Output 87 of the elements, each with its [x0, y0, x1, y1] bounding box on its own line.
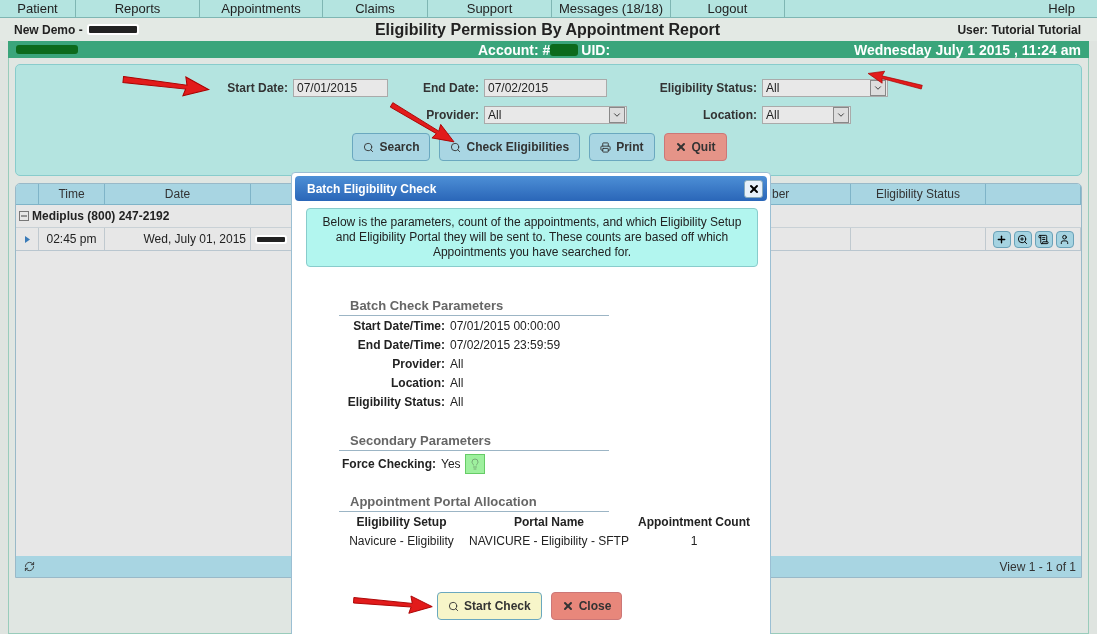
search-icon	[363, 141, 375, 153]
menu-item[interactable]: Reports	[76, 0, 200, 17]
section-heading: Appointment Portal Allocation	[339, 494, 609, 512]
add-button[interactable]	[992, 230, 1011, 248]
plus-icon	[996, 233, 1007, 245]
patient-button[interactable]	[1055, 230, 1074, 248]
column-header: Appointment Count	[637, 513, 751, 531]
collapse-icon[interactable]	[19, 211, 29, 221]
section-heading: Batch Check Parameters	[339, 298, 609, 316]
param-value: All	[450, 394, 464, 409]
param-label: Eligibility Status:	[346, 394, 446, 409]
search-icon	[448, 600, 459, 612]
practice-name: New Demo -	[14, 22, 83, 37]
field-label: End Date:	[423, 81, 479, 95]
param-label: End Date/Time:	[356, 337, 446, 352]
caret-icon	[612, 110, 622, 120]
close-icon	[561, 600, 574, 612]
caret-icon	[836, 110, 846, 120]
uid-label: UID:	[581, 41, 611, 58]
column-header[interactable]: ber	[772, 187, 790, 201]
param-value: 07/02/2015 23:59:59	[450, 337, 561, 352]
param-label: Location:	[390, 375, 446, 390]
column-header: Eligibility Setup	[355, 513, 448, 531]
param-value: 07/01/2015 00:00:00	[450, 318, 561, 333]
close-icon	[674, 141, 687, 153]
quit-button[interactable]: Quit	[663, 133, 727, 161]
end-date-field[interactable]: 07/02/2015	[484, 79, 607, 97]
field-label: Location:	[703, 108, 757, 122]
user-icon	[1059, 233, 1070, 245]
close-button[interactable]: Close	[550, 592, 623, 620]
section-heading: Secondary Parameters	[339, 433, 609, 451]
menu-item[interactable]: Messages (18/18)	[552, 0, 671, 17]
table-cell-text: NAVICURE - Eligibility - SFTP	[468, 532, 630, 550]
menu-item[interactable]: Claims	[323, 0, 428, 17]
param-label: Start Date/Time:	[352, 318, 446, 333]
page-count: View 1 - 1 of 1	[999, 559, 1076, 574]
document-button[interactable]	[1034, 230, 1053, 248]
field-label: Provider:	[426, 108, 479, 122]
caret-icon	[873, 83, 883, 93]
search-button[interactable]: Search	[352, 133, 431, 161]
status-select[interactable]: All	[762, 79, 888, 97]
zoom-icon	[1017, 233, 1028, 245]
redaction-mark	[550, 43, 579, 56]
group-label: Mediplus (800) 247-2192	[32, 209, 170, 223]
field-label: Eligibility Status:	[659, 81, 757, 95]
redaction-mark	[255, 234, 287, 244]
print-button[interactable]: Print	[589, 133, 655, 161]
info-note: Below is the parameters, count of the appointments, and which Eligibility Setup and Eligibility Portal they will be sent to. These counts are based off which Appointments you have searched for.	[306, 208, 758, 267]
zoom-button[interactable]	[1013, 230, 1032, 248]
column-header[interactable]: Eligibility Status	[875, 187, 960, 201]
param-value: All	[450, 356, 464, 371]
provider-select[interactable]: All	[484, 106, 627, 124]
printer-icon	[600, 141, 612, 153]
param-label: Provider:	[391, 356, 446, 371]
menu-item[interactable]: Logout	[671, 0, 785, 17]
user-label: User: Tutorial Tutorial	[957, 22, 1081, 37]
param-value: All	[450, 375, 464, 390]
column-header[interactable]: Date	[164, 187, 191, 201]
menu-item[interactable]: Appointments	[200, 0, 323, 17]
start-date-field[interactable]: 07/01/2015	[293, 79, 388, 97]
menu-item[interactable]: Help	[1048, 0, 1097, 17]
menu-item[interactable]: Support	[428, 0, 552, 17]
start-button[interactable]: Start Check	[437, 592, 542, 620]
check-button[interactable]: Check Eligibilities	[439, 133, 581, 161]
expand-icon[interactable]	[24, 235, 30, 243]
close-button[interactable]	[744, 179, 763, 198]
close-icon	[747, 182, 760, 195]
column-header[interactable]: Time	[58, 187, 85, 201]
location-select[interactable]: All	[762, 106, 851, 124]
redaction-mark	[86, 24, 139, 35]
param-value: Yes	[441, 457, 461, 471]
date-time: Wednesday July 1 2015 , 11:24 am	[854, 41, 1081, 58]
refresh-icon[interactable]	[24, 561, 35, 572]
page-title: Eligibility Permission By Appointment Report	[374, 20, 721, 39]
table-cell-text: 1	[689, 532, 699, 550]
account-label: Account: #	[478, 41, 551, 58]
table-cell-text: Navicure - Eligibility	[348, 532, 455, 550]
column-header: Portal Name	[513, 513, 585, 531]
search-icon	[450, 141, 462, 153]
field-label: Start Date:	[227, 81, 288, 95]
table-cell: Wed, July 01, 2015	[105, 228, 251, 250]
dialog-title: Batch Eligibility Check	[307, 181, 437, 196]
param-label: Force Checking:	[341, 457, 438, 471]
scroll-icon	[1038, 233, 1049, 245]
table-cell: 02:45 pm	[39, 228, 105, 250]
menu-item[interactable]: Patient	[0, 0, 76, 17]
redaction-mark	[16, 45, 78, 54]
